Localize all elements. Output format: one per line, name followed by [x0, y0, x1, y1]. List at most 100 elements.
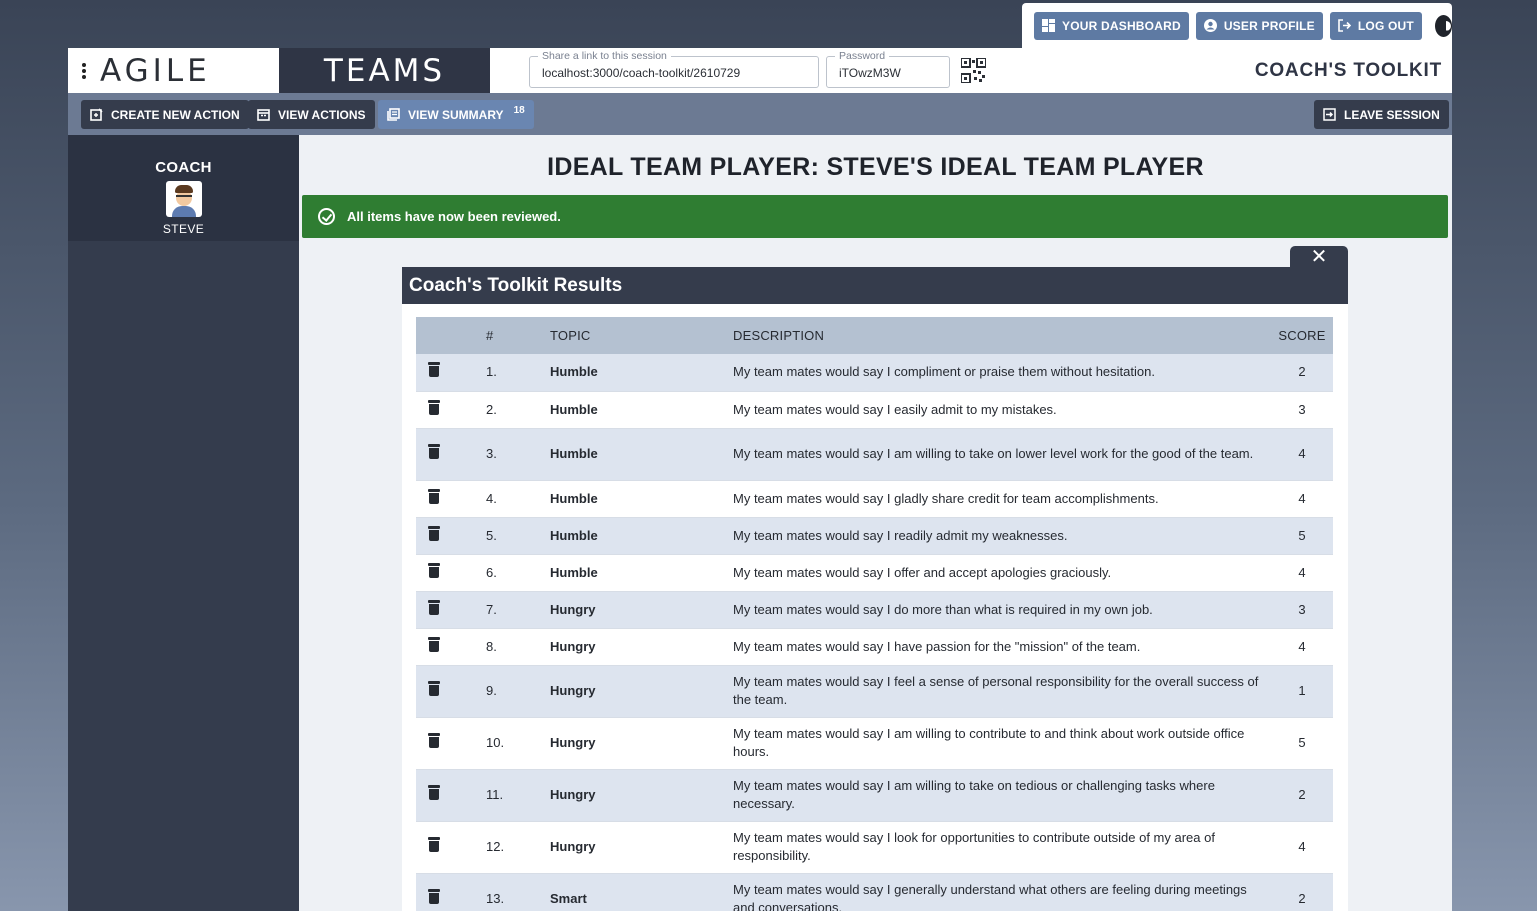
table-row: 11. Hungry My team mates would say I am wi…: [416, 769, 1333, 821]
leave-session-button[interactable]: LEAVE SESSION: [1314, 100, 1449, 129]
your-dashboard-label: YOUR DASHBOARD: [1062, 18, 1181, 33]
share-link-value: localhost:3000/coach-toolkit/2610729: [542, 66, 741, 80]
qr-code-icon[interactable]: [961, 58, 986, 83]
delete-cell: [416, 517, 486, 554]
view-actions-label: VIEW ACTIONS: [278, 107, 366, 122]
share-link-field[interactable]: Share a link to this session localhost:3…: [529, 50, 819, 88]
table-row: 5. Humble My team mates would say I readil…: [416, 517, 1333, 554]
trash-icon[interactable]: [428, 889, 440, 904]
delete-cell: [416, 391, 486, 428]
delete-cell: [416, 554, 486, 591]
column-header-score: SCORE: [1278, 328, 1326, 343]
table-header-row: # TOPIC DESCRIPTION SCORE: [416, 317, 1333, 354]
success-alert: All items have now been reviewed.: [302, 195, 1448, 238]
row-number: 5.: [486, 527, 497, 543]
password-field[interactable]: Password iTOwzM3W: [826, 50, 950, 88]
trash-icon[interactable]: [428, 525, 440, 541]
table-row: 2. Humble My team mates would say I easily…: [416, 391, 1333, 428]
kebab-menu-icon[interactable]: [82, 62, 86, 79]
modal-title: Coach's Toolkit Results: [402, 267, 1348, 304]
table-row: 13. Smart My team mates would say I genera…: [416, 873, 1333, 911]
table-row: 6. Humble My team mates would say I offer …: [416, 554, 1333, 591]
row-score: 1: [1298, 683, 1306, 698]
row-description: My team mates would say I gladly share c…: [733, 490, 1159, 506]
logo-agile-text: AGILE: [100, 52, 211, 89]
row-score: 3: [1298, 601, 1306, 617]
log-out-button[interactable]: LOG OUT: [1329, 11, 1422, 40]
action-bar: CREATE NEW ACTION VIEW ACTIONS VIEW SUMM…: [68, 93, 1452, 135]
results-table-wrap: # TOPIC DESCRIPTION SCORE 1. Humble My tea…: [416, 317, 1333, 911]
trash-icon[interactable]: [428, 562, 440, 578]
column-header-number: #: [486, 328, 494, 343]
trash-icon[interactable]: [428, 681, 440, 696]
row-score: 2: [1298, 787, 1306, 802]
share-link-label: Share a link to this session: [538, 50, 671, 62]
trash-icon[interactable]: [428, 444, 440, 459]
row-number: 7.: [486, 601, 497, 617]
row-topic: Humble: [550, 446, 598, 461]
delete-cell: [416, 354, 486, 391]
avatar: [165, 181, 202, 217]
table-row: 10. Hungry My team mates would say I am wi…: [416, 717, 1333, 769]
column-header-description: DESCRIPTION: [733, 328, 825, 343]
close-modal-button[interactable]: ✕: [1290, 246, 1348, 269]
user-profile-button[interactable]: USER PROFILE: [1195, 11, 1323, 40]
row-number: 1.: [486, 364, 497, 380]
logo-teams: TEAMS: [279, 48, 490, 93]
trash-icon[interactable]: [428, 733, 440, 748]
row-topic: Smart: [550, 891, 587, 906]
row-score: 4: [1298, 564, 1306, 580]
row-description: My team mates would say I do more than w…: [733, 601, 1153, 617]
trash-icon[interactable]: [428, 399, 440, 415]
trash-icon[interactable]: [428, 599, 440, 615]
trash-icon[interactable]: [428, 488, 440, 504]
row-score: 2: [1298, 891, 1306, 906]
row-number: 4.: [486, 490, 497, 506]
create-new-action-button[interactable]: CREATE NEW ACTION: [81, 100, 249, 129]
row-number: 3.: [486, 446, 497, 461]
leave-icon: [1323, 108, 1336, 121]
create-action-icon: [90, 108, 103, 121]
row-topic: Hungry: [550, 601, 596, 617]
log-out-label: LOG OUT: [1357, 18, 1414, 33]
row-description: My team mates would say I am willing to …: [733, 446, 1254, 461]
logo-agile: AGILE: [68, 48, 279, 93]
row-description: My team mates would say I compliment or …: [733, 364, 1155, 380]
results-table: # TOPIC DESCRIPTION SCORE 1. Humble My tea…: [416, 317, 1333, 911]
coach-role-label: COACH: [155, 159, 212, 176]
theme-toggle-icon[interactable]: [1434, 14, 1452, 37]
delete-cell: [416, 821, 486, 873]
delete-cell: [416, 769, 486, 821]
table-row: 4. Humble My team mates would say I gladly…: [416, 480, 1333, 517]
row-topic: Hungry: [550, 839, 596, 854]
trash-icon[interactable]: [428, 837, 440, 852]
row-score: 4: [1298, 638, 1306, 654]
check-circle-icon: [318, 208, 335, 225]
your-dashboard-button[interactable]: YOUR DASHBOARD: [1034, 11, 1189, 40]
row-number: 9.: [486, 683, 497, 698]
row-topic: Hungry: [550, 683, 596, 698]
delete-cell: [416, 628, 486, 665]
row-topic: Humble: [550, 364, 598, 380]
password-value: iTOwzM3W: [839, 66, 901, 80]
row-topic: Humble: [550, 490, 598, 506]
summary-icon: [387, 108, 400, 121]
row-score: 3: [1298, 401, 1306, 417]
trash-icon[interactable]: [428, 362, 440, 378]
table-row: 12. Hungry My team mates would say I look …: [416, 821, 1333, 873]
trash-icon[interactable]: [428, 636, 440, 652]
row-description: My team mates would say I feel a sense o…: [733, 674, 1259, 707]
table-row: 9. Hungry My team mates would say I feel a…: [416, 665, 1333, 717]
view-summary-button[interactable]: VIEW SUMMARY 18: [378, 100, 534, 129]
main-content: IDEAL TEAM PLAYER: STEVE'S IDEAL TEAM PL…: [299, 135, 1452, 911]
calendar-icon: [257, 109, 270, 121]
trash-icon[interactable]: [428, 785, 440, 800]
view-actions-button[interactable]: VIEW ACTIONS: [248, 100, 375, 129]
row-topic: Humble: [550, 527, 598, 543]
row-score: 5: [1298, 527, 1306, 543]
participants-sidebar: COACH STEVE: [68, 135, 299, 911]
row-score: 4: [1298, 839, 1306, 854]
logo-teams-text: TEAMS: [323, 52, 446, 89]
app-header: AGILE TEAMS Share a link to this session…: [68, 48, 1452, 93]
table-row: 3. Humble My team mates would say I am wil…: [416, 428, 1333, 480]
